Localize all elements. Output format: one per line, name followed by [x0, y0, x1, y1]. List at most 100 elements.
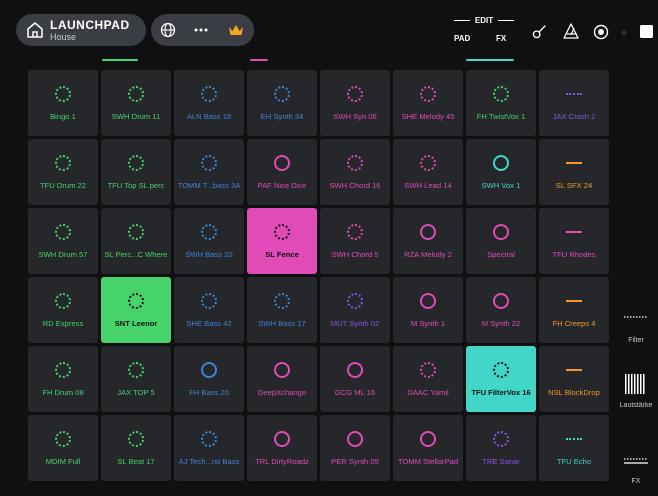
top-bar: LAUNCHPAD House EDIT PAD FX — [0, 0, 658, 56]
pad[interactable]: SL Fence — [247, 208, 317, 274]
guitar-icon[interactable] — [531, 24, 547, 40]
pad[interactable]: SHE Melody 45 — [393, 70, 463, 136]
dotted-line-icon — [566, 92, 582, 95]
more-icon[interactable] — [193, 22, 209, 38]
circle-icon — [493, 292, 509, 309]
circle-icon — [347, 430, 363, 447]
filter-label: Filter — [628, 337, 644, 344]
pad[interactable]: TFU Echo — [539, 415, 609, 481]
pad[interactable]: Bingo 1 — [28, 70, 98, 136]
pad-label: FH Drum 08 — [42, 387, 84, 397]
pad[interactable]: DAAC Yamil — [393, 346, 463, 412]
dashed-circle-icon — [201, 154, 217, 171]
globe-icon[interactable] — [160, 22, 176, 38]
pad[interactable]: SHE Bass 42 — [174, 277, 244, 343]
dashed-circle-icon — [420, 154, 436, 171]
pad-label: EH Synth 34 — [260, 111, 304, 121]
pad[interactable]: RZA Melody 2 — [393, 208, 463, 274]
project-selector[interactable]: LAUNCHPAD House — [16, 14, 146, 46]
pad-label: NSL BlockDrop — [548, 387, 600, 397]
pad[interactable]: SWH Chord 16 — [320, 139, 390, 205]
pad[interactable]: SL Beat 17 — [101, 415, 171, 481]
pad-label: Spectral — [487, 249, 515, 259]
pad-label: PAF Nice Dice — [257, 180, 307, 190]
fx-icon — [624, 458, 648, 464]
dashed-circle-icon — [493, 85, 509, 102]
pad[interactable]: SWH Vox 1 — [466, 139, 536, 205]
pad[interactable]: SWH Chord 5 — [320, 208, 390, 274]
pad-label: M Synth 1 — [410, 318, 446, 328]
circle-icon — [420, 430, 436, 447]
pad[interactable]: SWH Bass 20 — [174, 208, 244, 274]
pad[interactable]: TFU Drum 22 — [28, 139, 98, 205]
pad[interactable]: M Synth 1 — [393, 277, 463, 343]
pad[interactable]: TRL DirtyRoadz — [247, 415, 317, 481]
edit-fx-tab[interactable]: FX — [496, 34, 506, 43]
pad[interactable]: Spectral — [466, 208, 536, 274]
dashed-circle-icon — [201, 223, 217, 240]
pad[interactable]: TOMM T...bass 3A — [174, 139, 244, 205]
pad-label: GCG ML 16 — [334, 387, 376, 397]
pad[interactable]: SWH Syn 06 — [320, 70, 390, 136]
line-icon — [566, 230, 582, 233]
edit-pad-tab[interactable]: PAD — [454, 34, 470, 43]
dashed-circle-icon — [201, 292, 217, 309]
pad[interactable]: JAX TOP 5 — [101, 346, 171, 412]
pad[interactable]: EH Synth 34 — [247, 70, 317, 136]
pad-label: SL Perc...C Where — [104, 249, 168, 259]
crown-icon[interactable] — [227, 22, 245, 38]
pad-label: TRE Sonar — [482, 456, 520, 466]
pad[interactable]: FH Drum 08 — [28, 346, 98, 412]
column-indicator-pink — [250, 59, 268, 61]
dashed-circle-icon — [55, 154, 71, 171]
pad[interactable]: TFU Top SL perc — [101, 139, 171, 205]
pad[interactable]: TFU Rhodes — [539, 208, 609, 274]
fx-control[interactable]: FX — [614, 452, 658, 485]
filter-icon — [624, 316, 648, 318]
pad-label: AJ Tech...no Bass — [178, 456, 240, 466]
pad[interactable]: SL SFX 24 — [539, 139, 609, 205]
fx-label: FX — [631, 478, 641, 485]
column-indicator-green — [102, 59, 138, 61]
pad[interactable]: SWH Lead 14 — [393, 139, 463, 205]
pad[interactable]: ALN Bass 18 — [174, 70, 244, 136]
pad[interactable]: JAX Crash 2 — [539, 70, 609, 136]
column-indicator-cyan — [466, 59, 514, 61]
project-title: LAUNCHPAD — [50, 17, 130, 32]
pad[interactable]: FH TwistVox 1 — [466, 70, 536, 136]
pad[interactable]: GCG ML 16 — [320, 346, 390, 412]
metronome-icon[interactable] — [562, 23, 580, 40]
volume-control[interactable]: Lautstärke — [614, 374, 658, 409]
record-icon[interactable] — [593, 24, 609, 40]
pad[interactable]: NSL BlockDrop — [539, 346, 609, 412]
pad-label: SHE Melody 45 — [401, 111, 455, 121]
pad-label: SL Fence — [265, 249, 299, 259]
pad[interactable]: TFU FilterVox 16 — [466, 346, 536, 412]
circle-icon — [201, 361, 217, 378]
circle-icon — [274, 430, 290, 447]
pad-label: SWH Vox 1 — [481, 180, 521, 190]
pad[interactable]: M Synth 22 — [466, 277, 536, 343]
pad[interactable]: AJ Tech...no Bass — [174, 415, 244, 481]
circle-icon — [493, 154, 509, 171]
dashed-circle-icon — [55, 430, 71, 447]
pad[interactable]: SWH Drum 57 — [28, 208, 98, 274]
pad[interactable]: SWH Bass 17 — [247, 277, 317, 343]
pad[interactable]: RD Express — [28, 277, 98, 343]
pad[interactable]: MDIM Full — [28, 415, 98, 481]
filter-control[interactable]: Filter — [614, 306, 658, 344]
pad[interactable]: FH Creeps 4 — [539, 277, 609, 343]
pad[interactable]: TRE Sonar — [466, 415, 536, 481]
pad[interactable]: DeepXchange — [247, 346, 317, 412]
pad-label: Bingo 1 — [50, 111, 76, 121]
pad[interactable]: MUT Synth 02 — [320, 277, 390, 343]
pad[interactable]: FH Bass 20 — [174, 346, 244, 412]
pad[interactable]: TOMM StellarPad — [393, 415, 463, 481]
stop-icon[interactable] — [640, 25, 653, 38]
pad[interactable]: PAF Nice Dice — [247, 139, 317, 205]
pad[interactable]: SWH Drum 11 — [101, 70, 171, 136]
pad[interactable]: PER Synth 05 — [320, 415, 390, 481]
pad[interactable]: SL Perc...C Where — [101, 208, 171, 274]
line-icon — [566, 299, 582, 302]
pad[interactable]: SNT Leenor — [101, 277, 171, 343]
